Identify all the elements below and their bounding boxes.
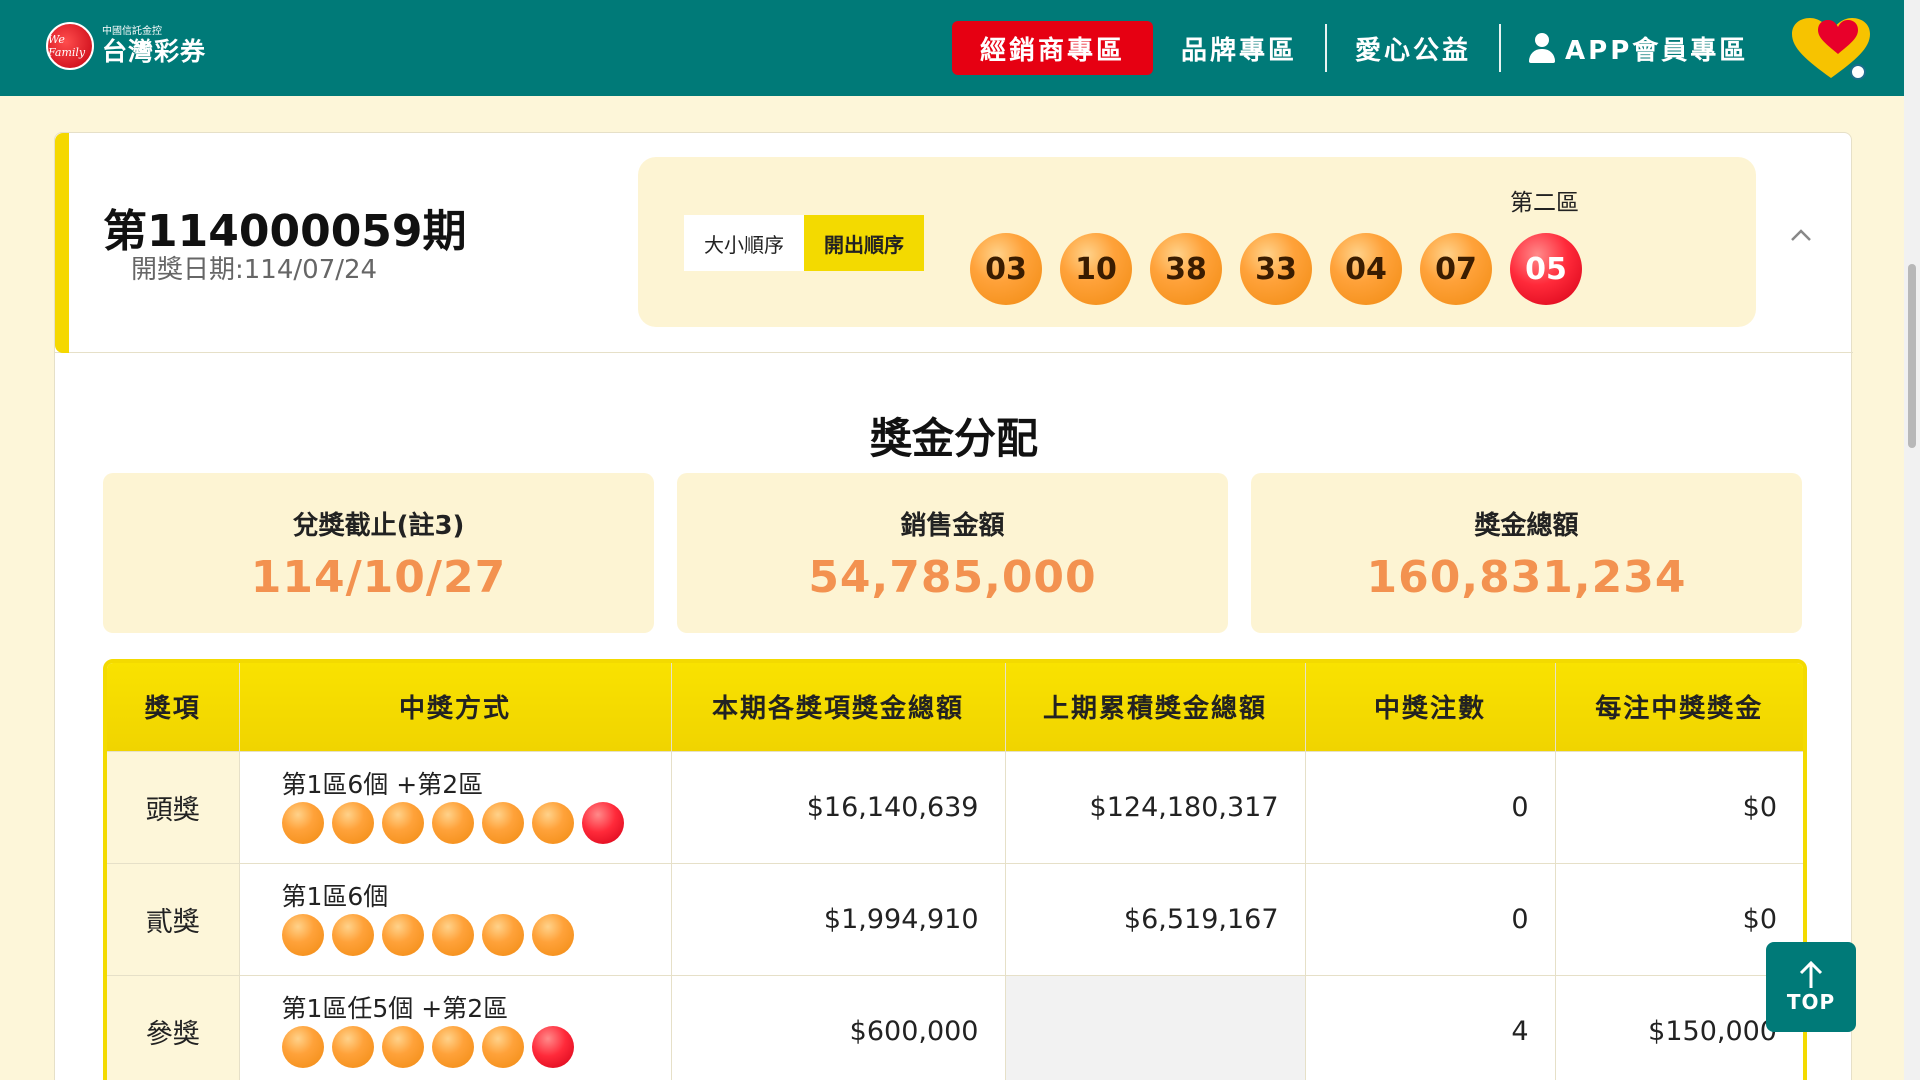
arrow-up-icon xyxy=(1799,960,1823,988)
ball-3: 38 xyxy=(1150,233,1222,305)
method-text: 第1區6個 xyxy=(281,882,389,911)
we-family-emblem-icon: We Family xyxy=(46,22,94,70)
method-cell: 第1區任5個 +第2區 xyxy=(239,974,672,1080)
back-to-top-button[interactable]: TOP xyxy=(1766,942,1856,1032)
carryover-cell xyxy=(1005,974,1306,1080)
table-header-row: 獎項 中獎方式 本期各獎項獎金總額 上期累積獎金總額 中獎注數 每注中獎獎金 xyxy=(107,663,1803,751)
count-cell: 0 xyxy=(1305,862,1556,975)
stat-label: 銷售金額 xyxy=(900,511,1005,541)
nav-brand-zone[interactable]: 品牌專區 xyxy=(1153,21,1325,75)
carryover-cell: $124,180,317 xyxy=(1005,750,1306,863)
site-header: We Family 中國信託金控 台灣彩券 經銷商專區 品牌專區 愛心公益 AP… xyxy=(0,0,1904,96)
winning-balls: 03 10 38 33 04 07 05 xyxy=(970,233,1600,305)
logo-title: 台灣彩券 xyxy=(102,37,207,66)
method-balls xyxy=(281,914,671,956)
stat-prize-total: 獎金總額 160,831,234 xyxy=(1251,473,1802,633)
carryover-cell: $6,519,167 xyxy=(1005,862,1306,975)
orange-ball-icon xyxy=(281,802,324,844)
main-nav: 經銷商專區 品牌專區 愛心公益 APP會員專區 xyxy=(952,20,1776,76)
orange-ball-icon xyxy=(281,1026,324,1069)
table-row: 參獎 第1區任5個 +第2區 $600,000 4 $150,000 xyxy=(107,974,1803,1080)
red-ball-icon xyxy=(581,802,624,844)
method-cell: 第1區6個 +第2區 xyxy=(239,750,672,863)
draw-date: 開獎日期:114/07/24 xyxy=(131,255,378,285)
orange-ball-icon xyxy=(331,914,374,956)
col-prize: 獎項 xyxy=(107,663,240,751)
prize-name-cell: 參獎 xyxy=(107,974,240,1080)
taiwan-lottery-logo[interactable]: We Family 中國信託金控 台灣彩券 xyxy=(46,22,206,70)
stat-value: 54,785,000 xyxy=(808,552,1097,603)
ball-5: 04 xyxy=(1330,233,1402,305)
chevron-up-icon[interactable] xyxy=(1790,225,1812,247)
prize-distribution-title: 獎金分配 xyxy=(869,414,1038,463)
stat-claim-deadline: 兌獎截止(註3) 114/10/27 xyxy=(103,473,654,633)
orange-ball-icon xyxy=(381,802,424,844)
orange-ball-icon xyxy=(431,802,474,844)
prize-name-cell: 貳獎 xyxy=(107,862,240,975)
stat-value: 160,831,234 xyxy=(1366,552,1687,603)
orange-ball-icon xyxy=(481,914,524,956)
nav-charity[interactable]: 愛心公益 xyxy=(1327,21,1499,75)
orange-ball-icon xyxy=(481,802,524,844)
charity-heart-badge-icon[interactable] xyxy=(1786,14,1876,82)
winning-numbers-panel: 大小順序 開出順序 第二區 03 10 38 33 04 07 05 xyxy=(638,157,1756,327)
orange-ball-icon xyxy=(531,802,574,844)
stat-label: 兌獎截止(註3) xyxy=(292,511,465,541)
nav-app-member[interactable]: APP會員專區 xyxy=(1501,21,1776,75)
total-cell: $600,000 xyxy=(671,974,1006,1080)
col-total: 本期各獎項獎金總額 xyxy=(671,663,1006,751)
size-order-button[interactable]: 大小順序 xyxy=(684,215,804,271)
user-icon xyxy=(1529,33,1556,63)
orange-ball-icon xyxy=(431,1026,474,1069)
top-label: TOP xyxy=(1786,990,1836,1014)
stat-label: 獎金總額 xyxy=(1474,511,1579,541)
orange-ball-icon xyxy=(431,914,474,956)
draw-result-card: 第114000059期 開獎日期:114/07/24 大小順序 開出順序 第二區… xyxy=(54,132,1853,1080)
method-cell: 第1區6個 xyxy=(239,862,672,975)
ball-1: 03 xyxy=(970,233,1042,305)
method-text: 第1區任5個 +第2區 xyxy=(281,994,509,1024)
zone2-label: 第二區 xyxy=(1510,190,1579,216)
each-cell: $0 xyxy=(1555,750,1803,863)
orange-ball-icon xyxy=(481,1026,524,1069)
nav-dealer-zone[interactable]: 經銷商專區 xyxy=(952,21,1154,75)
stat-sales-amount: 銷售金額 54,785,000 xyxy=(677,473,1228,633)
orange-ball-icon xyxy=(381,914,424,956)
stat-value: 114/10/27 xyxy=(250,552,507,603)
orange-ball-icon xyxy=(381,1026,424,1069)
col-method: 中獎方式 xyxy=(239,663,672,751)
ball-2: 10 xyxy=(1060,233,1132,305)
orange-ball-icon xyxy=(281,914,324,956)
scrollbar-thumb[interactable] xyxy=(1908,264,1916,448)
ball-4: 33 xyxy=(1240,233,1312,305)
col-count: 中獎注數 xyxy=(1305,663,1556,751)
total-cell: $16,140,639 xyxy=(671,750,1006,863)
orange-ball-icon xyxy=(531,914,574,956)
accent-bar xyxy=(55,133,69,353)
page-scrollbar[interactable] xyxy=(1904,0,1920,1080)
table-row: 頭獎 第1區6個 +第2區 $16,140,639 $124,180,317 0 $0 xyxy=(107,750,1803,863)
draw-order-button[interactable]: 開出順序 xyxy=(804,215,924,271)
col-carryover: 上期累積獎金總額 xyxy=(1005,663,1306,751)
total-cell: $1,994,910 xyxy=(671,862,1006,975)
ball-6: 07 xyxy=(1420,233,1492,305)
count-cell: 4 xyxy=(1305,974,1556,1080)
prize-name-cell: 頭獎 xyxy=(107,750,240,863)
orange-ball-icon xyxy=(331,1026,374,1069)
summary-stats: 兌獎截止(註3) 114/10/27 銷售金額 54,785,000 獎金總額 … xyxy=(103,473,1802,633)
prize-table: 獎項 中獎方式 本期各獎項獎金總額 上期累積獎金總額 中獎注數 每注中獎獎金 頭… xyxy=(103,659,1807,1080)
order-toggle: 大小順序 開出順序 xyxy=(684,215,924,271)
draw-header: 第114000059期 開獎日期:114/07/24 大小順序 開出順序 第二區… xyxy=(55,133,1853,353)
method-balls xyxy=(281,802,671,844)
method-text: 第1區6個 +第2區 xyxy=(281,770,484,799)
col-each: 每注中獎獎金 xyxy=(1555,663,1803,751)
special-ball: 05 xyxy=(1510,233,1582,305)
red-ball-icon xyxy=(531,1026,574,1069)
method-balls xyxy=(281,1026,671,1069)
orange-ball-icon xyxy=(331,802,374,844)
count-cell: 0 xyxy=(1305,750,1556,863)
table-row: 貳獎 第1區6個 $1,994,910 $6,519,167 0 $0 xyxy=(107,862,1803,975)
